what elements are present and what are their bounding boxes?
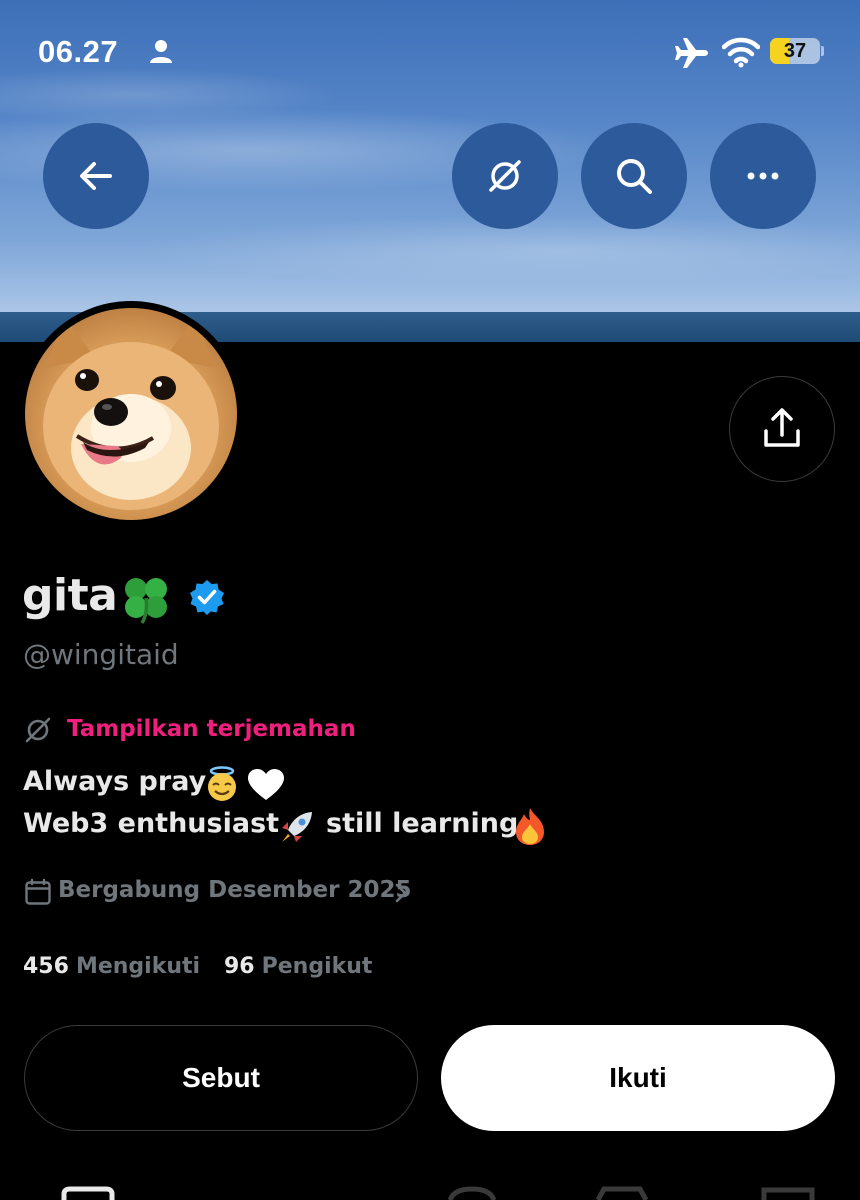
mention-button[interactable]: Sebut	[24, 1025, 418, 1131]
fire-icon	[516, 808, 544, 845]
share-profile-button[interactable]	[729, 376, 835, 482]
search-tab-icon[interactable]	[444, 1186, 500, 1200]
home-tab-icon[interactable]	[60, 1186, 116, 1200]
followers-label: Pengikut	[261, 954, 373, 979]
translate-icon	[489, 160, 521, 192]
bio-line-1: Always pray	[23, 766, 206, 797]
share-icon	[764, 408, 800, 447]
bio-text-1: Always pray	[23, 766, 207, 797]
back-arrow-icon	[80, 162, 112, 190]
status-time: 06.27	[38, 34, 119, 69]
bio-line-2b: still learning	[326, 808, 518, 839]
battery-level: 37	[783, 40, 807, 62]
search-icon	[617, 159, 652, 194]
person-icon	[150, 40, 172, 63]
calendar-icon	[25, 878, 51, 905]
following-label: Mengikuti	[75, 954, 201, 979]
bio-text-2a: Web3 enthusiast	[23, 808, 280, 839]
battery-icon: 37	[770, 38, 824, 64]
followers-stat[interactable]: 96 Pengikut	[224, 954, 372, 979]
wifi-icon	[722, 37, 760, 68]
dog-photo	[43, 316, 219, 510]
back-button[interactable]	[43, 123, 149, 229]
more-button[interactable]	[710, 123, 816, 229]
following-stat[interactable]: 456 Mengikuti	[23, 954, 200, 979]
angel-face-icon	[208, 766, 236, 801]
followers-count: 96	[224, 954, 255, 979]
white-heart-icon	[248, 769, 284, 800]
status-bar: 06.27 37	[0, 0, 860, 100]
search-button[interactable]	[581, 123, 687, 229]
messages-tab-icon[interactable]	[760, 1186, 816, 1200]
notifications-tab-icon[interactable]	[594, 1186, 650, 1200]
verified-badge-icon	[190, 580, 224, 615]
translate-small-icon	[25, 717, 51, 743]
translate-link[interactable]: Tampilkan terjemahan	[67, 716, 356, 742]
profile-avatar[interactable]	[18, 301, 244, 527]
joined-date: Bergabung Desember 2025	[58, 877, 412, 903]
bio-text-2b: still learning	[326, 808, 519, 839]
airplane-icon	[675, 38, 708, 68]
bio-line-2: Web3 enthusiast	[23, 808, 279, 839]
profile-handle: @wingitaid	[23, 638, 179, 671]
more-icon	[747, 172, 779, 180]
follow-button[interactable]: Ikuti	[441, 1025, 835, 1131]
display-name: gita	[22, 570, 118, 621]
following-count: 456	[23, 954, 69, 979]
four-leaf-clover-icon	[125, 578, 167, 624]
translate-profile-button[interactable]	[452, 123, 558, 229]
rocket-icon	[282, 812, 312, 842]
chevron-right-icon	[395, 883, 407, 903]
